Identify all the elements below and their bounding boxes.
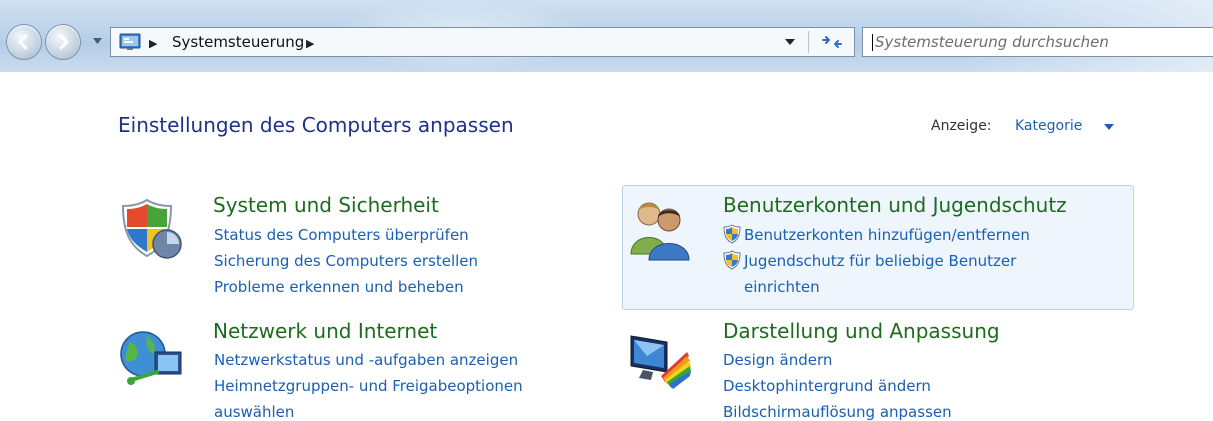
text-caret [872,34,873,51]
monitor-colors-icon[interactable] [627,326,693,392]
view-mode-dropdown[interactable]: Kategorie [1015,118,1082,134]
breadcrumb-separator-icon[interactable]: ▶ [306,37,314,50]
page-title: Einstellungen des Computers anpassen [118,113,514,137]
back-button[interactable] [6,24,42,60]
view-label: Anzeige: [931,118,992,134]
link-add-remove-accounts[interactable]: Benutzerkonten hinzufügen/entfernen [744,226,1030,244]
category-title-system-security[interactable]: System und Sicherheit [213,193,439,217]
category-title-network-internet[interactable]: Netzwerk und Internet [213,319,437,343]
breadcrumb-control-panel[interactable]: Systemsteuerung [172,33,304,51]
link-check-status[interactable]: Status des Computers überprüfen [214,226,469,244]
network-globe-icon[interactable] [117,326,183,392]
uac-shield-icon [723,224,741,244]
category-title-user-accounts[interactable]: Benutzerkonten und Jugendschutz [723,193,1067,217]
recent-pages-dropdown-icon[interactable] [93,38,102,44]
breadcrumb-separator-icon[interactable]: ▶ [149,37,157,50]
link-change-background[interactable]: Desktophintergrund ändern [723,377,931,395]
link-parental-controls[interactable]: Jugendschutz für beliebige Benutzer [744,252,1016,270]
link-backup[interactable]: Sicherung des Computers erstellen [214,252,478,270]
address-bar[interactable]: ▶ Systemsteuerung ▶ [110,27,855,57]
link-network-status[interactable]: Netzwerkstatus und -aufgaben anzeigen [214,351,518,369]
back-arrow-icon [18,34,28,50]
security-shield-icon[interactable] [117,196,183,262]
control-panel-icon [119,33,141,50]
link-troubleshoot[interactable]: Probleme erkennen und beheben [214,278,464,296]
address-dropdown-icon[interactable] [785,39,795,45]
link-homegroup-continued[interactable]: auswählen [214,403,294,421]
search-placeholder: Systemsteuerung durchsuchen [875,33,1109,51]
forward-button[interactable] [45,24,81,60]
link-parental-controls-continued[interactable]: einrichten [744,278,820,296]
refresh-icon[interactable] [819,32,845,52]
address-divider [808,31,809,53]
explorer-toolbar: ▶ Systemsteuerung ▶ Systemsteuerung durc… [0,0,1213,72]
link-homegroup[interactable]: Heimnetzgruppen- und Freigabeoptionen [214,377,523,395]
category-title-appearance[interactable]: Darstellung und Anpassung [723,319,1000,343]
view-dropdown-arrow-icon[interactable] [1104,124,1114,130]
search-box[interactable]: Systemsteuerung durchsuchen [862,27,1213,57]
link-change-theme[interactable]: Design ändern [723,351,832,369]
uac-shield-icon [723,250,741,270]
link-adjust-resolution[interactable]: Bildschirmauflösung anpassen [723,403,952,421]
forward-arrow-icon [59,34,69,50]
users-icon[interactable] [627,196,693,262]
